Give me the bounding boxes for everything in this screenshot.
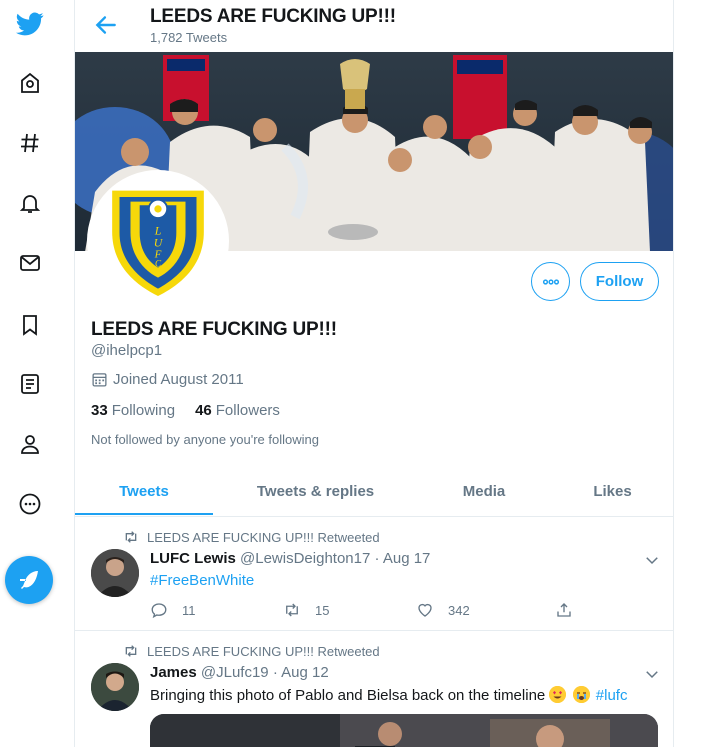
profile-tabs: Tweets Tweets & replies Media Likes (75, 466, 673, 517)
share-icon (557, 603, 571, 617)
tab-tweets[interactable]: Tweets (75, 466, 213, 516)
tweet-separator: · (272, 664, 278, 681)
tweet-item[interactable]: LEEDS ARE FUCKING UP!!! Retweeted LUFC L… (75, 517, 673, 631)
retweet-label: LEEDS ARE FUCKING UP!!! Retweeted (147, 643, 380, 659)
reply-button[interactable]: 11 (150, 601, 196, 619)
retweet-button[interactable]: 15 (283, 601, 329, 619)
tweet-text: #FreeBenWhite (150, 572, 254, 589)
tweet-text: Bringing this photo of Pablo and Bielsa … (150, 686, 627, 704)
followers-link[interactable]: 46 Followers (195, 402, 280, 419)
profile-more-button[interactable] (531, 262, 570, 301)
left-nav-sidebar (0, 0, 60, 747)
joined-date: Joined August 2011 (91, 371, 244, 388)
retweet-context: LEEDS ARE FUCKING UP!!! Retweeted (123, 643, 380, 659)
profile-name: LEEDS ARE FUCKING UP!!! (91, 319, 337, 340)
like-count: 342 (448, 602, 470, 618)
home-icon[interactable] (10, 63, 50, 103)
tweet-author-handle[interactable]: @JLufc19 (201, 664, 269, 681)
more-dots-icon (542, 278, 559, 285)
tab-likes[interactable]: Likes (550, 466, 673, 516)
followers-label: Followers (215, 402, 280, 419)
compose-feather-icon (20, 571, 38, 589)
like-button[interactable]: 342 (416, 601, 470, 619)
compose-tweet-button[interactable] (5, 556, 53, 604)
svg-text:U: U (154, 236, 164, 250)
retweet-icon (125, 645, 137, 657)
tweet-separator: · (374, 550, 380, 567)
profile-handle: @ihelpcp1 (91, 342, 163, 359)
chevron-down-icon[interactable] (643, 665, 661, 683)
tweet-header: LUFC Lewis @LewisDeighton17 · Aug 17 (150, 550, 430, 567)
tab-tweets-replies[interactable]: Tweets & replies (213, 466, 418, 516)
tweet-media-image[interactable] (150, 714, 658, 747)
tweet-author-handle[interactable]: @LewisDeighton17 (240, 550, 370, 567)
reply-bubble-icon (151, 603, 167, 619)
chevron-down-icon[interactable] (643, 551, 661, 569)
tweet-date[interactable]: Aug 12 (281, 664, 329, 681)
lufc-crest-icon: L U F C (112, 190, 204, 296)
following-link[interactable]: 33 Following (91, 402, 175, 419)
explore-hash-icon[interactable] (10, 123, 50, 163)
calendar-icon (92, 373, 107, 387)
active-tab-indicator (75, 513, 213, 515)
tweet-date[interactable]: Aug 17 (383, 550, 431, 567)
follow-stats: 33 Following 46 Followers (91, 402, 300, 419)
tweet-author-avatar[interactable] (91, 549, 139, 597)
share-button[interactable] (555, 601, 587, 619)
tweet-header: James @JLufc19 · Aug 12 (150, 664, 329, 681)
tweet-author-name[interactable]: James (150, 664, 197, 681)
header-title: LEEDS ARE FUCKING UP!!! (150, 6, 396, 27)
tab-media[interactable]: Media (418, 466, 550, 516)
profile-header-bar: LEEDS ARE FUCKING UP!!! 1,782 Tweets (75, 0, 673, 52)
heart-eyes-emoji-icon (549, 686, 567, 703)
lists-icon[interactable] (10, 364, 50, 404)
following-label: Following (111, 402, 176, 419)
bookmarks-icon[interactable] (10, 305, 50, 345)
profile-avatar[interactable]: L U F C (87, 170, 229, 312)
heart-icon (418, 603, 432, 617)
more-circle-icon[interactable] (10, 484, 50, 524)
following-count: 33 (91, 402, 108, 419)
profile-main-column: LEEDS ARE FUCKING UP!!! 1,782 Tweets L U… (74, 0, 674, 747)
retweet-count: 15 (315, 602, 330, 618)
retweet-icon (286, 603, 298, 617)
profile-person-icon[interactable] (10, 424, 50, 464)
svg-text:C: C (155, 259, 162, 269)
not-followed-notice: Not followed by anyone you're following (91, 432, 319, 447)
tweet-author-name[interactable]: LUFC Lewis (150, 550, 236, 567)
follow-button[interactable]: Follow (580, 262, 659, 301)
crying-face-emoji-icon (572, 686, 590, 703)
joined-text: Joined August 2011 (113, 371, 244, 388)
retweet-context: LEEDS ARE FUCKING UP!!! Retweeted (123, 529, 380, 545)
twitter-logo-icon[interactable] (10, 4, 50, 44)
retweet-label: LEEDS ARE FUCKING UP!!! Retweeted (147, 529, 380, 545)
tweet-text-content: Bringing this photo of Pablo and Bielsa … (150, 687, 546, 704)
tweet-hashtag[interactable]: #FreeBenWhite (150, 572, 254, 589)
back-arrow-icon[interactable] (93, 12, 119, 38)
reply-count: 11 (182, 602, 196, 618)
tweet-item[interactable]: LEEDS ARE FUCKING UP!!! Retweeted James … (75, 631, 673, 747)
notifications-bell-icon[interactable] (10, 183, 50, 223)
tweet-author-avatar[interactable] (91, 663, 139, 711)
tweet-count: 1,782 Tweets (150, 30, 228, 45)
messages-envelope-icon[interactable] (10, 243, 50, 283)
followers-count: 46 (195, 402, 212, 419)
tweet-hashtag[interactable]: #lufc (596, 687, 628, 704)
retweet-icon (125, 531, 137, 543)
